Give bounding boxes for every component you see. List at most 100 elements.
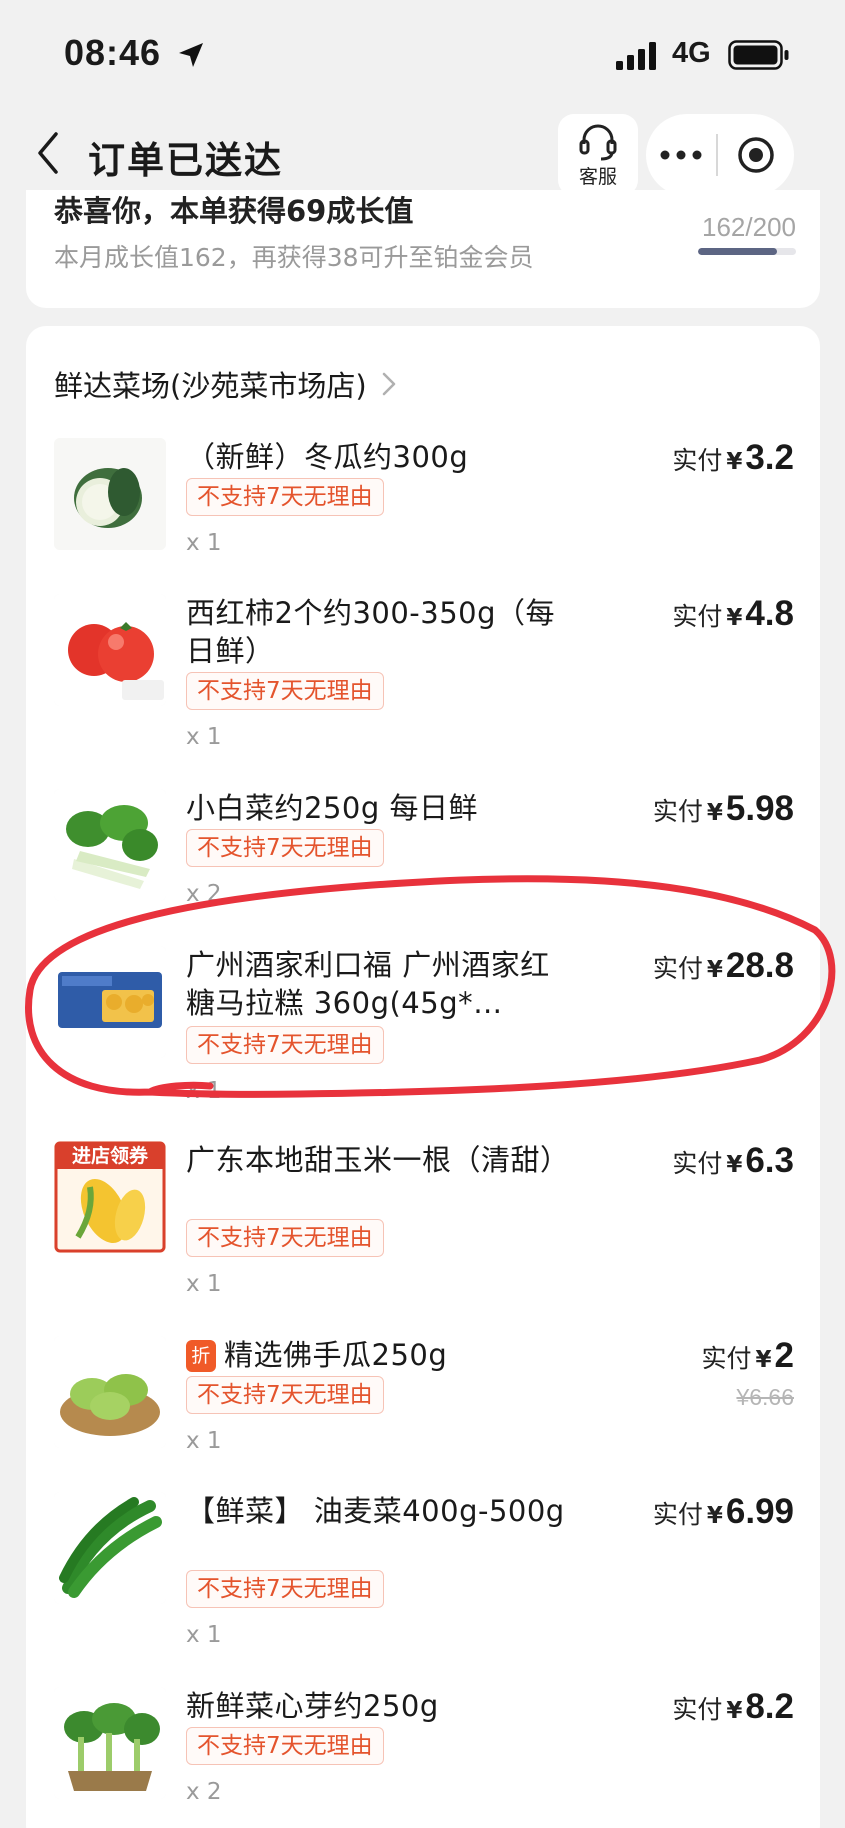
currency-symbol: ¥	[726, 449, 743, 475]
order-item[interactable]: 【鲜菜】 油麦菜400g-500g 不支持7天无理由 x 1 实付 ¥ 6.99	[54, 1492, 794, 1648]
paid-price: 实付 ¥ 28.8	[653, 946, 794, 986]
currency-symbol: ¥	[706, 957, 723, 983]
no-7day-return-badge: 不支持7天无理由	[186, 829, 384, 867]
paid-label: 实付	[672, 446, 723, 475]
product-quantity: x 1	[186, 1271, 222, 1297]
order-item[interactable]: （新鲜）冬瓜约300g 不支持7天无理由 x 1 实付 ¥ 3.2	[54, 438, 794, 558]
paid-price: 实付 ¥ 3.2	[672, 438, 794, 478]
customer-service-button[interactable]: 客服	[558, 114, 638, 196]
no-7day-return-badge: 不支持7天无理由	[186, 672, 384, 710]
paid-label: 实付	[652, 1500, 703, 1529]
product-title-text: 精选佛手瓜250g	[224, 1338, 448, 1372]
price-value: 5.98	[725, 789, 794, 828]
paid-label: 实付	[672, 1149, 723, 1178]
paid-price: 实付 ¥ 6.3	[672, 1141, 794, 1181]
product-image-choy-sum	[54, 1687, 166, 1799]
chevron-right-icon	[382, 372, 395, 396]
product-title: 西红柿2个约300-350g（每日鲜）	[186, 596, 556, 668]
product-image-sponge-cake	[54, 946, 166, 1058]
product-title: 小白菜约250g 每日鲜	[186, 791, 478, 825]
paid-label: 实付	[701, 1344, 752, 1373]
growth-progress-text: 162/200	[702, 212, 796, 242]
paid-label: 实付	[652, 954, 703, 983]
paid-label: 实付	[672, 1695, 723, 1724]
product-quantity: x 1	[186, 1622, 222, 1648]
order-item[interactable]: 进店领券 广东本地甜玉米一根（清甜） 不支持7天无理由 x 1 实付 ¥ 6.3	[54, 1141, 794, 1297]
order-item[interactable]: 小白菜约250g 每日鲜 不支持7天无理由 x 2 实付 ¥ 5.98	[54, 789, 794, 909]
price-value: 6.99	[725, 1492, 794, 1531]
price-value: 4.8	[745, 594, 794, 633]
paid-price: 实付 ¥ 6.99	[653, 1492, 794, 1532]
status-time: 08:46	[64, 32, 162, 73]
product-image-bok-choy	[54, 789, 166, 901]
order-item[interactable]: 西红柿2个约300-350g（每日鲜） 不支持7天无理由 x 1 实付 ¥ 4.…	[54, 594, 794, 750]
product-image-tomato	[54, 594, 166, 706]
order-item[interactable]: 新鲜菜心芽约250g 不支持7天无理由 x 2 实付 ¥ 8.2	[54, 1687, 794, 1807]
growth-headline: 恭喜你，本单获得69成长值	[54, 194, 414, 228]
network-type: 4G	[672, 37, 711, 69]
no-7day-return-badge: 不支持7天无理由	[186, 1727, 384, 1765]
product-quantity: x 1	[186, 1078, 222, 1104]
growth-progress-fill	[698, 248, 778, 255]
no-7day-return-badge: 不支持7天无理由	[186, 1376, 384, 1414]
headset-icon	[579, 124, 617, 161]
paid-price: 实付 ¥ 2	[702, 1336, 795, 1376]
currency-symbol: ¥	[726, 1698, 743, 1724]
paid-price: 实付 ¥ 5.98	[653, 789, 794, 829]
shop-link[interactable]: 鲜达菜场(沙苑菜市场店)	[54, 364, 399, 404]
product-title: 【鲜菜】 油麦菜400g-500g	[186, 1494, 565, 1528]
shop-name: 鲜达菜场(沙苑菜市场店)	[54, 369, 367, 403]
product-image-chayote	[54, 1336, 166, 1448]
product-quantity: x 1	[186, 724, 222, 750]
no-7day-return-badge: 不支持7天无理由	[186, 478, 384, 516]
growth-value-card: 恭喜你，本单获得69成长值 本月成长值162，再获得38可升至铂金会员 162/…	[26, 190, 820, 308]
currency-symbol: ¥	[726, 605, 743, 631]
paid-price: 实付 ¥ 4.8	[672, 594, 794, 634]
no-7day-return-badge: 不支持7天无理由	[186, 1570, 384, 1608]
product-title: 新鲜菜心芽约250g	[186, 1689, 439, 1723]
order-items-card: 鲜达菜场(沙苑菜市场店) （新鲜）冬瓜约300g 不支持7天无理由 x 1 实付…	[26, 326, 820, 1828]
currency-symbol: ¥	[706, 800, 723, 826]
no-7day-return-badge: 不支持7天无理由	[186, 1219, 384, 1257]
currency-symbol: ¥	[755, 1347, 772, 1373]
battery-icon	[728, 40, 789, 70]
paid-label: 实付	[652, 797, 703, 826]
order-item[interactable]: 折精选佛手瓜250g 不支持7天无理由 x 1 实付 ¥ 2 ¥6.66	[54, 1336, 794, 1456]
order-item[interactable]: 广州酒家利口福 广州酒家红糖马拉糕 360g(45g*… 不支持7天无理由 x …	[54, 946, 794, 1104]
price-value: 3.2	[745, 438, 794, 477]
status-bar: 08:46 4G	[0, 0, 845, 110]
product-title: 广东本地甜玉米一根（清甜）	[186, 1143, 566, 1177]
price-value: 8.2	[745, 1687, 794, 1726]
more-options-icon[interactable]	[646, 114, 716, 196]
product-image-winter-melon	[54, 438, 166, 550]
discount-tag: 折	[186, 1340, 216, 1372]
product-quantity: x 2	[186, 1779, 222, 1805]
paid-price: 实付 ¥ 8.2	[672, 1687, 794, 1727]
customer-service-label: 客服	[578, 166, 617, 188]
growth-subtext: 本月成长值162，再获得38可升至铂金会员	[54, 243, 534, 272]
currency-symbol: ¥	[706, 1503, 723, 1529]
coupon-image-badge: 进店领券	[71, 1145, 148, 1167]
no-7day-return-badge: 不支持7天无理由	[186, 1026, 384, 1064]
original-price: ¥6.66	[736, 1384, 794, 1410]
product-quantity: x 1	[186, 530, 222, 556]
nav-bar: 订单已送达 客服	[0, 110, 845, 200]
close-mini-program-icon[interactable]	[718, 114, 794, 196]
product-title: 广州酒家利口福 广州酒家红糖马拉糕 360g(45g*…	[186, 948, 550, 1020]
mini-program-capsule	[646, 114, 794, 196]
growth-progress-bar	[698, 248, 796, 255]
price-value: 6.3	[745, 1141, 794, 1180]
price-value: 28.8	[725, 946, 794, 985]
page-title: 订单已送达	[88, 139, 283, 182]
currency-symbol: ¥	[726, 1152, 743, 1178]
paid-label: 实付	[672, 602, 723, 631]
back-arrow-icon[interactable]	[32, 128, 66, 178]
product-title: 折精选佛手瓜250g	[186, 1336, 566, 1374]
cellular-signal-icon	[616, 42, 656, 70]
product-quantity: x 1	[186, 1428, 222, 1454]
product-image-lettuce	[54, 1492, 166, 1604]
location-arrow-icon	[179, 43, 203, 67]
price-value: 2	[774, 1336, 794, 1375]
product-image-sweet-corn: 进店领券	[54, 1141, 166, 1253]
product-quantity: x 2	[186, 881, 222, 907]
